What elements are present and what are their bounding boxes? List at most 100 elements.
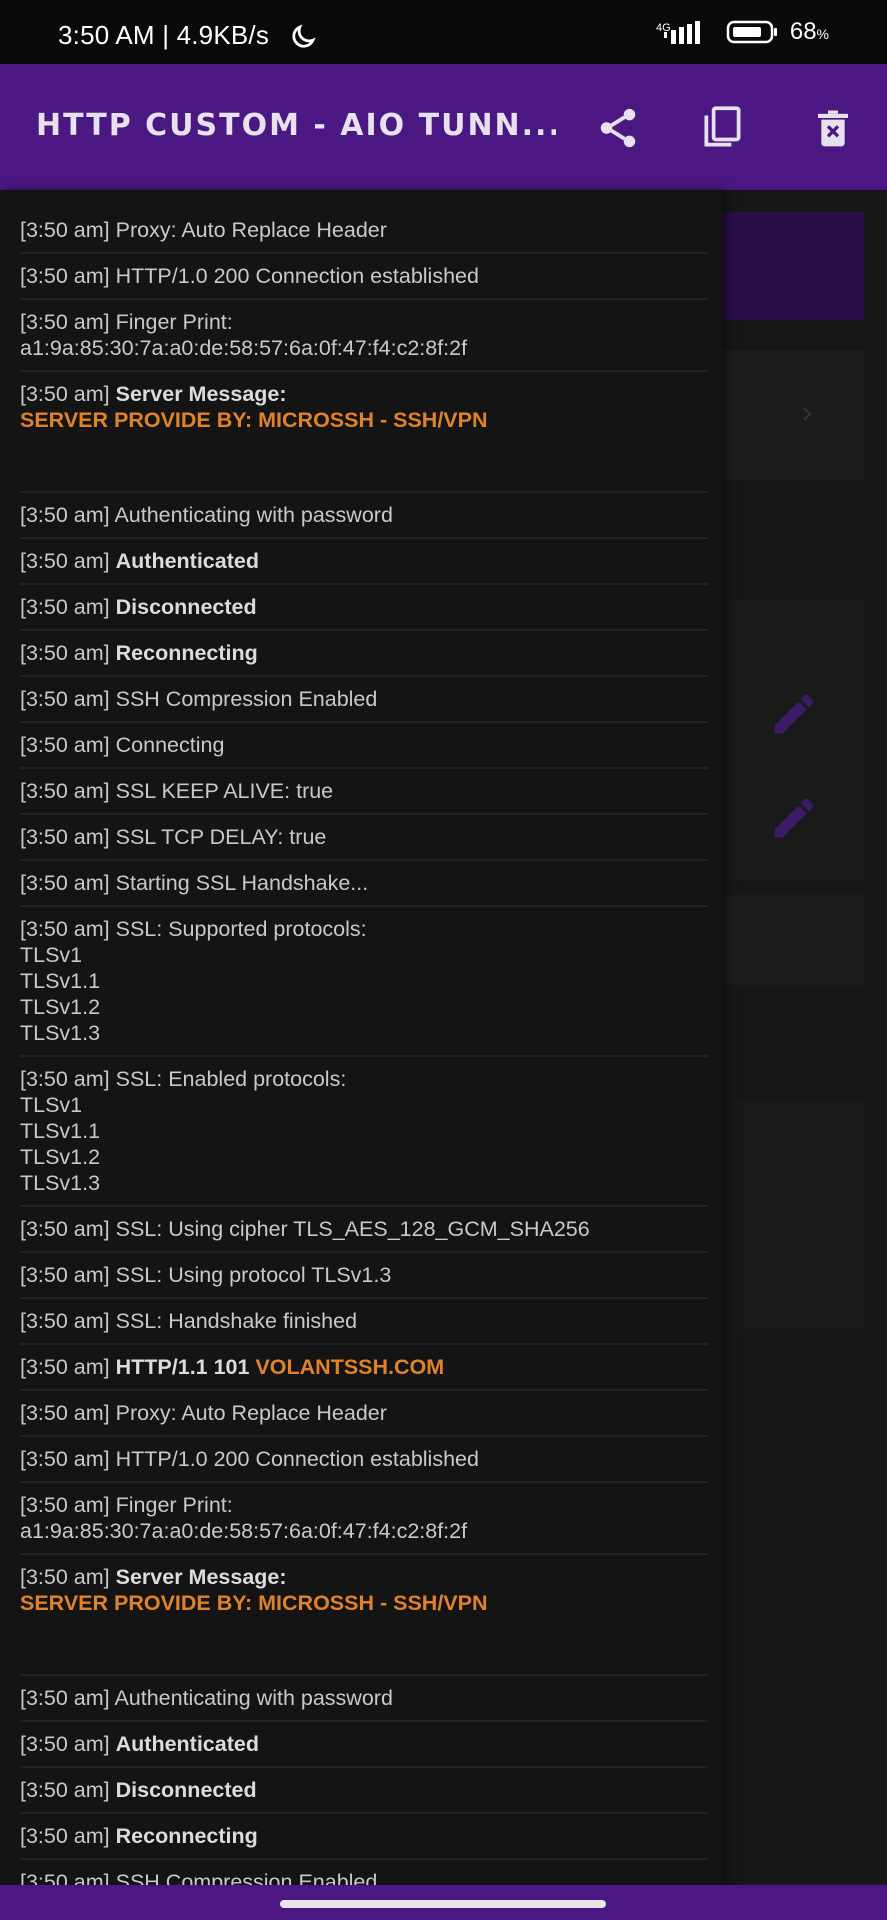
battery-icon bbox=[726, 20, 777, 44]
log-timestamp: [3:50 am] bbox=[20, 503, 110, 527]
log-timestamp: [3:50 am] bbox=[20, 641, 110, 665]
signal-icon bbox=[663, 21, 700, 44]
log-message-bold: Authenticated bbox=[115, 1732, 259, 1756]
log-timestamp: [3:50 am] bbox=[20, 1309, 110, 1333]
share-icon bbox=[600, 108, 636, 148]
moon-icon bbox=[292, 24, 316, 48]
log-entry: [3:50 am] Disconnected bbox=[20, 585, 708, 631]
log-message-bold: Disconnected bbox=[115, 1778, 257, 1802]
log-timestamp: [3:50 am] bbox=[20, 917, 110, 941]
log-timestamp: [3:50 am] bbox=[20, 595, 110, 619]
battery-percent: 68% bbox=[789, 18, 829, 45]
log-message: SSL: Handshake finished bbox=[115, 1309, 358, 1333]
copy-button[interactable] bbox=[697, 102, 749, 154]
log-message: Proxy: Auto Replace Header bbox=[115, 218, 387, 242]
log-host-highlight: VOLANTSSH.COM bbox=[255, 1355, 445, 1379]
log-entry: [3:50 am] SSL TCP DELAY: true bbox=[20, 815, 708, 861]
log-timestamp: [3:50 am] bbox=[20, 687, 110, 711]
log-message-bold: Disconnected bbox=[115, 595, 257, 619]
log-message: SSL: Using protocol TLSv1.3 bbox=[115, 1263, 392, 1287]
log-timestamp: [3:50 am] bbox=[20, 1870, 110, 1885]
log-timestamp: [3:50 am] bbox=[20, 733, 110, 757]
log-entry: [3:50 am] HTTP/1.1 101 VOLANTSSH.COM bbox=[20, 1345, 708, 1391]
log-timestamp: [3:50 am] bbox=[20, 1067, 110, 1091]
log-message-bold: Reconnecting bbox=[115, 641, 258, 665]
log-entry: [3:50 am] Proxy: Auto Replace Header bbox=[20, 1391, 708, 1437]
log-list: [3:50 am] Proxy: Auto Replace Header [3:5… bbox=[0, 208, 722, 1885]
log-message: Connecting bbox=[115, 733, 225, 757]
log-entry: [3:50 am] SSH Compression Enabled bbox=[20, 1860, 708, 1885]
log-timestamp: [3:50 am] bbox=[20, 1263, 110, 1287]
chevron-right-icon bbox=[803, 407, 812, 421]
delete-log-button[interactable] bbox=[807, 102, 859, 154]
server-message-highlight: SERVER PROVIDE BY: MICROSSH - SSH/VPN bbox=[20, 1591, 488, 1615]
log-entry: [3:50 am] Reconnecting bbox=[20, 1814, 708, 1860]
trash-icon bbox=[818, 110, 848, 147]
log-entry: [3:50 am] Server Message: SERVER PROVIDE… bbox=[20, 1555, 708, 1676]
log-entry: [3:50 am] Finger Print: a1:9a:85:30:7a:a… bbox=[20, 300, 708, 372]
log-entry: [3:50 am] SSL: Handshake finished bbox=[20, 1299, 708, 1345]
log-entry: [3:50 am] Finger Print: a1:9a:85:30:7a:a… bbox=[20, 1483, 708, 1555]
log-entry: [3:50 am] Connecting bbox=[20, 723, 708, 769]
log-entry: [3:50 am] SSL: Using protocol TLSv1.3 bbox=[20, 1253, 708, 1299]
log-timestamp: [3:50 am] bbox=[20, 1355, 110, 1379]
log-message-bold: Server Message: bbox=[115, 1565, 287, 1589]
log-timestamp: [3:50 am] bbox=[20, 549, 110, 573]
log-timestamp: [3:50 am] bbox=[20, 1824, 110, 1848]
log-entry: [3:50 am] SSH Compression Enabled bbox=[20, 677, 708, 723]
status-bar: 3:50 AM | 4.9KB/s 4G 68% bbox=[0, 0, 887, 64]
log-panel[interactable]: [3:50 am] Proxy: Auto Replace Header [3:5… bbox=[0, 190, 722, 1885]
log-timestamp: [3:50 am] bbox=[20, 310, 110, 334]
log-entry: [3:50 am] SSL: Using cipher TLS_AES_128_… bbox=[20, 1207, 708, 1253]
log-timestamp: [3:50 am] bbox=[20, 871, 110, 895]
log-timestamp: [3:50 am] bbox=[20, 1732, 110, 1756]
background-accent-card bbox=[720, 212, 864, 320]
log-timestamp: [3:50 am] bbox=[20, 1493, 110, 1517]
log-message: Authenticating with password bbox=[114, 503, 393, 527]
copy-icon bbox=[704, 106, 741, 147]
log-timestamp: [3:50 am] bbox=[20, 1686, 110, 1710]
log-entry: [3:50 am] Authenticated bbox=[20, 1722, 708, 1768]
log-message: SSH Compression Enabled bbox=[115, 1870, 378, 1885]
log-message-bold: HTTP/1.1 101 bbox=[115, 1355, 250, 1379]
log-entry: [3:50 am] SSL: Supported protocols: TLSv… bbox=[20, 907, 708, 1057]
log-entry: [3:50 am] Authenticated bbox=[20, 539, 708, 585]
log-message: Starting SSL Handshake... bbox=[115, 871, 369, 895]
log-message-bold: Reconnecting bbox=[115, 1824, 258, 1848]
log-message-bold: Server Message: bbox=[115, 382, 287, 406]
log-entry: [3:50 am] Authenticating with password bbox=[20, 493, 708, 539]
status-time-speed: 3:50 AM | 4.9KB/s bbox=[58, 20, 270, 50]
log-timestamp: [3:50 am] bbox=[20, 825, 110, 849]
log-entry: [3:50 am] Starting SSL Handshake... bbox=[20, 861, 708, 907]
log-timestamp: [3:50 am] bbox=[20, 264, 110, 288]
log-message: HTTP/1.0 200 Connection established bbox=[115, 264, 479, 288]
background-card bbox=[700, 1100, 864, 1330]
log-message: SSL: Using cipher TLS_AES_128_GCM_SHA256 bbox=[115, 1217, 590, 1241]
log-message: SSL KEEP ALIVE: true bbox=[115, 779, 334, 803]
log-message: Authenticating with password bbox=[114, 1686, 393, 1710]
log-message-bold: Authenticated bbox=[115, 549, 259, 573]
log-timestamp: [3:50 am] bbox=[20, 1401, 110, 1425]
share-button[interactable] bbox=[592, 102, 644, 154]
log-entry: [3:50 am] SSL: Enabled protocols: TLSv1 … bbox=[20, 1057, 708, 1207]
pencil-icon bbox=[774, 798, 814, 838]
server-message-highlight: SERVER PROVIDE BY: MICROSSH - SSH/VPN bbox=[20, 408, 488, 432]
navigation-bar bbox=[0, 1885, 887, 1920]
log-entry: [3:50 am] Disconnected bbox=[20, 1768, 708, 1814]
log-message: Proxy: Auto Replace Header bbox=[115, 1401, 387, 1425]
background-card bbox=[700, 350, 864, 480]
log-entry: [3:50 am] HTTP/1.0 200 Connection establ… bbox=[20, 1437, 708, 1483]
status-right: 68% bbox=[662, 18, 829, 46]
log-timestamp: [3:50 am] bbox=[20, 218, 110, 242]
home-gesture-handle[interactable] bbox=[280, 1900, 606, 1908]
log-timestamp: [3:50 am] bbox=[20, 1447, 110, 1471]
app-title: HTTP CUSTOM - AIO TUNN... bbox=[36, 108, 556, 143]
log-entry: [3:50 am] Proxy: Auto Replace Header bbox=[20, 208, 708, 254]
log-timestamp: [3:50 am] bbox=[20, 1565, 110, 1589]
log-entry: [3:50 am] HTTP/1.0 200 Connection establ… bbox=[20, 254, 708, 300]
log-timestamp: [3:50 am] bbox=[20, 779, 110, 803]
pencil-icon bbox=[774, 694, 814, 734]
log-message: HTTP/1.0 200 Connection established bbox=[115, 1447, 479, 1471]
log-entry: [3:50 am] Server Message: SERVER PROVIDE… bbox=[20, 372, 708, 493]
background-card bbox=[700, 895, 864, 985]
